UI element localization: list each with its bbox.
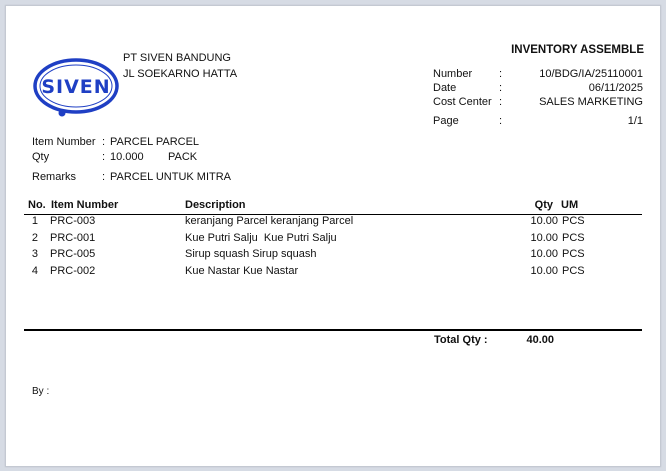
row-um: PCS xyxy=(562,248,585,260)
table-row: 2 PRC-001 Kue Putri Salju Kue Putri Salj… xyxy=(24,232,642,248)
row-item-number: PRC-003 xyxy=(50,215,96,227)
table-row: 3 PRC-005 Sirup squash Sirup squash 10.0… xyxy=(24,248,642,264)
logo-text: SIVEN xyxy=(41,76,110,98)
row-item-number: PRC-002 xyxy=(50,265,96,277)
doc-number-label: Number xyxy=(433,68,473,80)
remarks-value: PARCEL UNTUK MITRA xyxy=(110,171,232,183)
qty-unit: PACK xyxy=(168,151,198,163)
col-header-description: Description xyxy=(185,199,246,211)
row-item-number: PRC-005 xyxy=(50,248,96,260)
row-um: PCS xyxy=(562,215,585,227)
row-no: 4 xyxy=(31,265,38,277)
row-qty: 10.00 xyxy=(530,248,558,260)
row-description: Sirup squash Sirup squash xyxy=(185,248,317,260)
cost-center-value: SALES MARKETING xyxy=(539,96,643,108)
col-header-um: UM xyxy=(561,199,579,211)
row-um: PCS xyxy=(562,265,585,277)
page-row: Page : 1/1 xyxy=(433,115,643,127)
row-um: PCS xyxy=(562,232,585,244)
item-number-label: Item Number xyxy=(32,136,96,148)
doc-date-row: Date : 06/11/2025 xyxy=(433,82,643,94)
company-name: PT SIVEN BANDUNG xyxy=(123,52,231,64)
by-label: By : xyxy=(32,386,50,397)
row-description: keranjang Parcel keranjang Parcel xyxy=(185,215,354,227)
doc-number-value: 10/BDG/IA/25110001 xyxy=(539,68,643,80)
col-header-no: No. xyxy=(28,199,46,211)
remarks-label: Remarks xyxy=(32,171,77,183)
row-no: 1 xyxy=(31,215,38,227)
cost-center-label: Cost Center xyxy=(433,96,492,108)
company-address: JL SOEKARNO HATTA xyxy=(123,68,238,80)
doc-number-row: Number : 10/BDG/IA/25110001 xyxy=(433,68,643,80)
document-title: INVENTORY ASSEMBLE xyxy=(511,44,644,56)
row-item-number: PRC-001 xyxy=(50,232,96,244)
qty-label: Qty xyxy=(32,151,50,163)
row-no: 2 xyxy=(31,232,38,244)
page-label: Page xyxy=(433,115,459,127)
row-no: 3 xyxy=(31,248,38,260)
doc-date-label: Date xyxy=(433,82,457,94)
total-qty-value: 40.00 xyxy=(526,334,554,346)
total-qty-label: Total Qty : xyxy=(434,334,488,346)
cost-center-row: Cost Center : SALES MARKETING xyxy=(433,96,643,108)
col-header-qty: Qty xyxy=(534,199,553,211)
row-qty: 10.00 xyxy=(530,265,558,277)
report-page: SIVEN PT SIVEN BANDUNG JL SOEKARNO HATTA… xyxy=(5,5,661,467)
total-divider xyxy=(24,329,642,331)
table-row: 1 PRC-003 keranjang Parcel keranjang Par… xyxy=(24,215,642,231)
row-description: Kue Putri Salju Kue Putri Salju xyxy=(185,232,337,244)
row-qty: 10.00 xyxy=(530,232,558,244)
doc-date-value: 06/11/2025 xyxy=(588,82,643,94)
item-number-value: PARCEL PARCEL xyxy=(110,136,200,148)
row-qty: 10.00 xyxy=(530,215,558,227)
qty-value: 10.000 xyxy=(110,151,144,163)
page-value: 1/1 xyxy=(627,115,643,127)
row-description: Kue Nastar Kue Nastar xyxy=(185,265,299,277)
company-logo: SIVEN xyxy=(33,58,119,117)
table-row: 4 PRC-002 Kue Nastar Kue Nastar 10.00 PC… xyxy=(24,265,642,281)
col-header-item-number: Item Number xyxy=(51,199,119,211)
